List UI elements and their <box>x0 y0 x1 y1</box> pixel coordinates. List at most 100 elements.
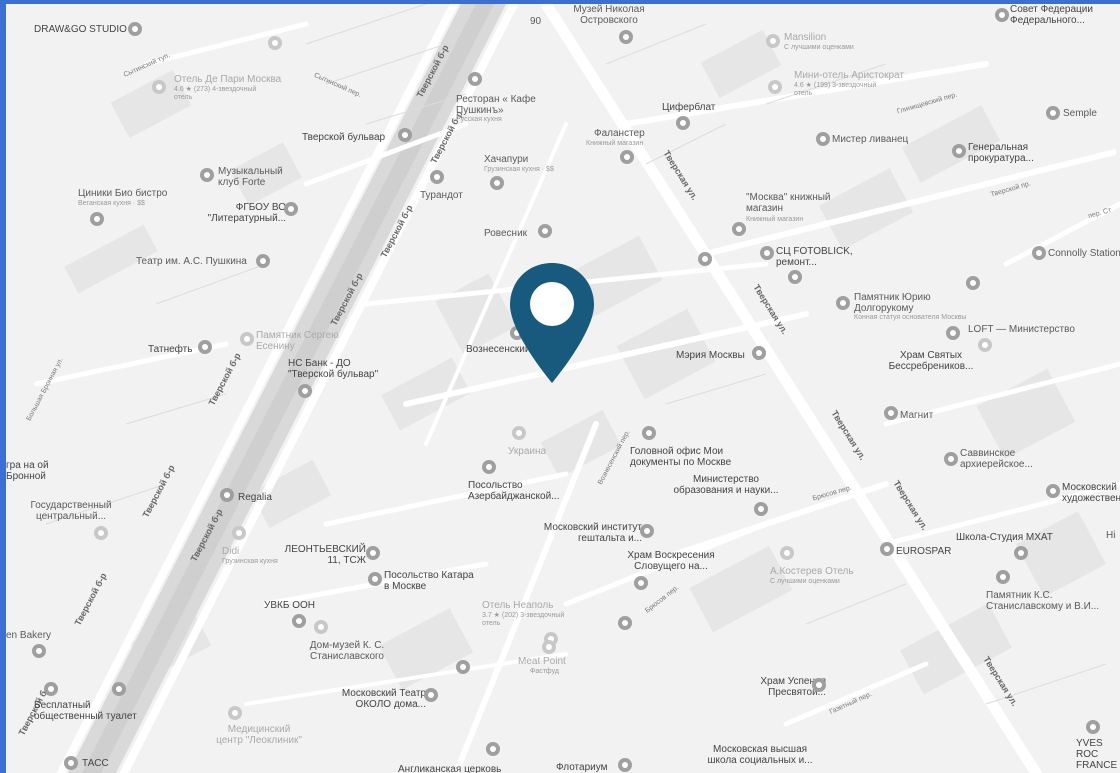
place-label[interactable]: DRAW&GO STUDIO <box>34 24 127 35</box>
place-label[interactable]: Ресторан « Кафе Пушкинъ» <box>456 94 536 116</box>
government-icon[interactable] <box>995 8 1009 22</box>
place-label[interactable]: Музыкальный клуб Forte <box>218 166 298 188</box>
bar-icon[interactable] <box>538 224 552 238</box>
place-label[interactable]: Бесплатный общественный туалет <box>34 700 154 722</box>
shopping-icon[interactable] <box>618 616 632 630</box>
place-label[interactable]: Театр им. А.С. Пушкина <box>136 256 247 267</box>
place-label[interactable]: Медицинский центр "Леоклиник" <box>214 724 304 746</box>
place-label[interactable]: А.Костерев Отель <box>770 566 854 577</box>
school-icon[interactable] <box>640 524 654 538</box>
place-label[interactable]: Semple <box>1063 108 1097 119</box>
place-label[interactable]: Совет Федерации Федерального... <box>1010 4 1110 26</box>
place-label[interactable]: Фаланстер <box>594 128 645 139</box>
hotel-icon[interactable] <box>780 546 794 560</box>
place-label[interactable]: Meat Point <box>518 656 566 667</box>
school-icon[interactable] <box>1014 546 1028 560</box>
place-label[interactable]: Московский Театр ОКОЛО дома... <box>326 688 426 710</box>
cafe-icon[interactable] <box>32 644 46 658</box>
hospital-icon[interactable] <box>228 706 242 720</box>
hotel-icon[interactable] <box>152 80 166 94</box>
place-label[interactable]: Отель Неаполь <box>482 600 553 611</box>
place-label[interactable]: Саввинское архиерейское... <box>960 448 1050 470</box>
restaurant-icon[interactable] <box>816 132 830 146</box>
place-label[interactable]: Памятник Юрию Долгорукому <box>854 292 954 314</box>
place-label[interactable]: Connolly Station <box>1048 248 1120 259</box>
place-label[interactable]: Московский художествен... <box>1062 482 1120 504</box>
place-label[interactable]: Циники Био бистро <box>78 188 167 199</box>
place-label[interactable]: Посольство Катара в Москве <box>384 570 474 592</box>
church-icon[interactable] <box>812 678 826 692</box>
place-label[interactable]: гра на ой Бронной <box>6 460 66 482</box>
map-viewport[interactable]: Тверской б-р Тверской б-р Тверской б-р Т… <box>6 4 1120 773</box>
music-icon[interactable] <box>200 168 214 182</box>
bar-icon[interactable] <box>1032 246 1046 260</box>
cafe-icon[interactable] <box>676 116 690 130</box>
restaurant-icon[interactable] <box>512 426 526 440</box>
place-pin-icon[interactable] <box>1086 720 1100 734</box>
place-label[interactable]: Московская высшая школа социальных и... <box>700 744 820 766</box>
place-label[interactable]: YVES ROC FRANCE <box>1076 738 1120 771</box>
office-icon[interactable] <box>64 756 78 770</box>
bar-icon[interactable] <box>398 128 412 142</box>
museum-icon[interactable] <box>94 526 108 540</box>
shopping-icon[interactable] <box>880 542 894 556</box>
place-label[interactable]: Regalia <box>238 492 272 503</box>
place-label[interactable]: Дом-музей К. С. Станиславского <box>302 640 392 662</box>
government-icon[interactable] <box>754 502 768 516</box>
museum-icon[interactable] <box>314 620 328 634</box>
place-label[interactable]: ТАСС <box>82 758 109 769</box>
monument-icon[interactable] <box>966 276 980 290</box>
restaurant-icon[interactable] <box>468 72 482 86</box>
monument-icon[interactable] <box>240 332 254 346</box>
museum-icon[interactable] <box>619 30 633 44</box>
place-label[interactable]: Памятник К.С. Станиславскому и В.И... <box>986 590 1116 612</box>
place-label[interactable]: Посольство Азербайджанской... <box>468 480 578 502</box>
place-pin-icon[interactable] <box>618 758 632 772</box>
place-label[interactable]: LOFT — Министерство <box>968 324 1075 335</box>
bank-icon[interactable] <box>298 384 312 398</box>
place-pin-icon[interactable] <box>760 246 774 260</box>
monument-icon[interactable] <box>996 570 1010 584</box>
place-label[interactable]: Циферблат <box>662 102 715 113</box>
place-label[interactable]: Министерство образования и науки... <box>666 474 786 496</box>
place-label[interactable]: Государственный центральный... <box>26 500 116 522</box>
place-label[interactable]: Мэрия Москвы <box>676 350 745 361</box>
bus-stop-icon[interactable] <box>698 252 712 266</box>
place-label[interactable]: Hi <box>1106 530 1115 541</box>
place-label[interactable]: НС Банк - ДО "Тверской бульвар" <box>288 358 398 380</box>
theater-icon[interactable] <box>256 254 270 268</box>
gas-station-icon[interactable] <box>198 340 212 354</box>
place-pin-icon[interactable] <box>1046 106 1060 120</box>
place-label[interactable]: Храм Воскресения Словущего на... <box>626 550 716 572</box>
bookstore-icon[interactable] <box>732 222 746 236</box>
government-icon[interactable] <box>952 144 966 158</box>
location-marker-icon[interactable] <box>508 261 596 385</box>
place-label[interactable]: Хачапури <box>484 154 528 165</box>
church-icon[interactable] <box>486 742 500 756</box>
restaurant-icon[interactable] <box>490 176 504 190</box>
restaurant-icon[interactable] <box>232 526 246 540</box>
bookstore-icon[interactable] <box>620 150 634 164</box>
shopping-icon[interactable] <box>884 406 898 420</box>
restaurant-icon[interactable] <box>542 640 556 654</box>
place-label[interactable]: Головной офис Мои документы по Москве <box>630 446 750 468</box>
place-label[interactable]: Магнит <box>900 410 933 421</box>
place-label[interactable]: Англиканская церковь <box>398 764 501 773</box>
place-pin-icon[interactable] <box>268 36 282 50</box>
repair-icon[interactable] <box>788 270 802 284</box>
place-label[interactable]: Отель Де Пари Москва <box>174 74 281 85</box>
place-pin-icon[interactable] <box>220 488 234 502</box>
place-label[interactable]: Мистер ливанец <box>832 134 908 145</box>
place-label[interactable]: EUROSPAR <box>896 546 951 557</box>
restaurant-icon[interactable] <box>430 170 444 184</box>
place-label[interactable]: Ровесник <box>484 228 527 239</box>
church-icon[interactable] <box>634 576 648 590</box>
place-label[interactable]: ЛЕОНТЬЕВСКИЙ 11, ТСЖ <box>276 544 366 566</box>
school-icon[interactable] <box>284 202 298 216</box>
government-icon[interactable] <box>642 426 656 440</box>
place-label[interactable]: en Bakery <box>6 630 51 641</box>
place-label[interactable]: Генеральная прокуратура... <box>968 142 1048 164</box>
place-pin-icon[interactable] <box>292 614 306 628</box>
church-icon[interactable] <box>946 326 960 340</box>
place-label[interactable]: Mansilion <box>784 32 826 43</box>
